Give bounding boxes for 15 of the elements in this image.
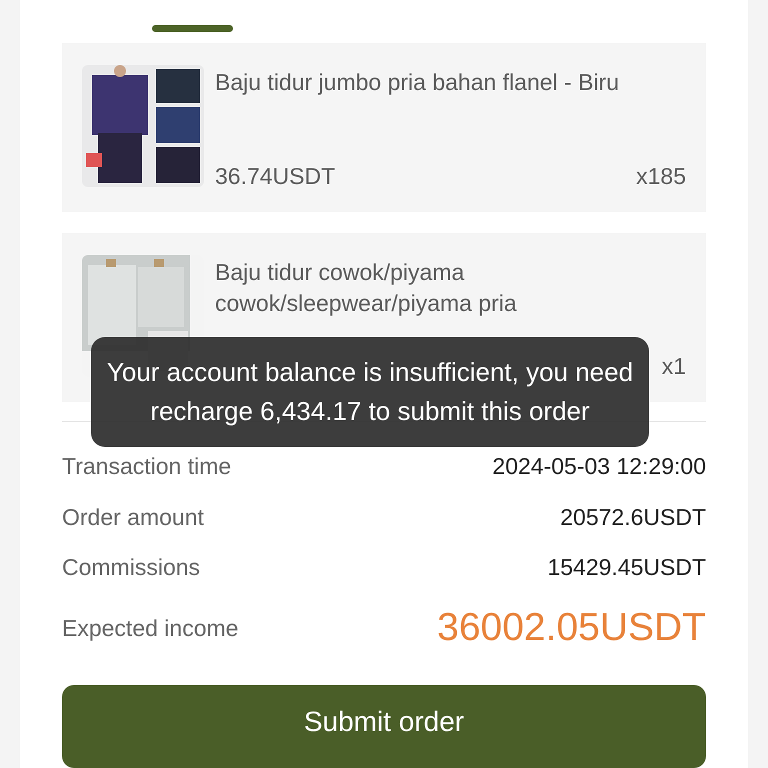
- toast-message: Your account balance is insufficient, you need recharge 6,434.17 to submit this order: [91, 337, 649, 447]
- submit-button[interactable]: Submit order: [62, 684, 706, 768]
- summary-label: Order amount: [62, 504, 204, 531]
- product-quantity: x1: [662, 352, 686, 380]
- product-quantity: x185: [636, 163, 686, 190]
- product-title: Baju tidur cowok/piyama cowok/sleepwear/piyama pria: [215, 258, 518, 318]
- product-title: Baju tidur jumbo pria bahan flanel - Biru: [215, 68, 620, 98]
- summary-label: Transaction time: [62, 453, 232, 480]
- summary-label: Expected income: [62, 614, 238, 642]
- product-price: 36.74USDT: [215, 163, 336, 190]
- summary-value: 2024-05-03 12:29:00: [492, 453, 706, 480]
- summary-value: 20572.6USDT: [560, 504, 706, 531]
- summary-label: Commissions: [62, 554, 200, 582]
- summary-value: 15429.45USDT: [547, 554, 706, 582]
- income-amount: 36002.05USDT: [437, 606, 706, 650]
